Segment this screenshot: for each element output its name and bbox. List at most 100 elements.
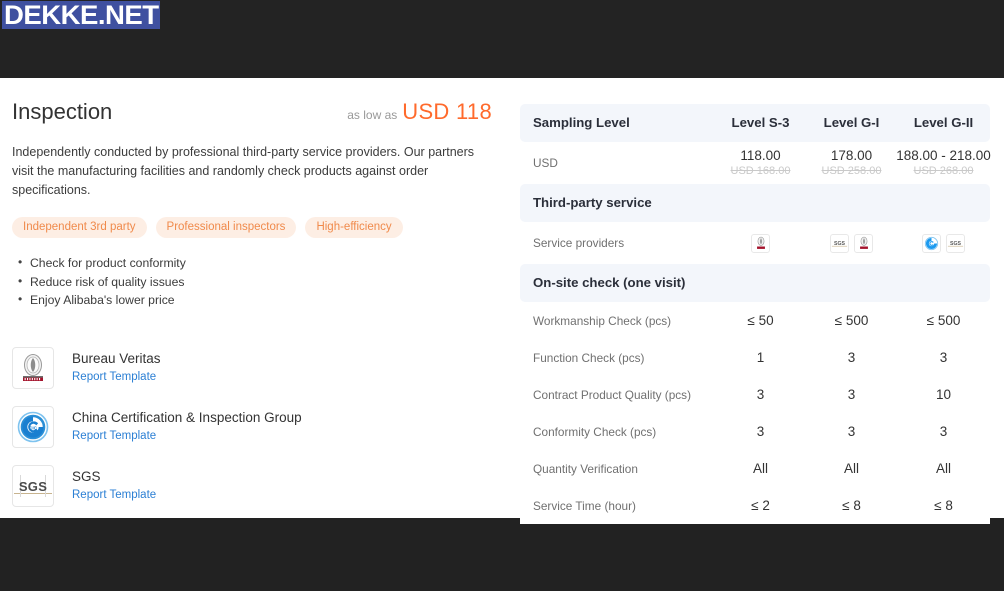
row-label: Conformity Check (pcs) [533, 424, 657, 439]
table-row: Conformity Check (pcs) 3 3 3 [520, 413, 990, 450]
bureau-veritas-icon [854, 233, 873, 253]
column-header-g2: Level G-II [913, 115, 974, 130]
provider-text: China Certification & Inspection Group R… [72, 409, 302, 444]
row-label: Function Check (pcs) [533, 350, 645, 365]
cell-value: 3 [756, 386, 765, 402]
column-header-s3: Level S-3 [731, 115, 790, 130]
ccic-logo: CIC [12, 405, 54, 448]
table-row-service-providers: Service providers SGS SGS [520, 222, 990, 264]
table-row: Service Time (hour) ≤ 2 ≤ 8 ≤ 8 [520, 487, 990, 524]
table-header-row: Sampling Level Level S-3 Level G-I Level… [520, 104, 990, 142]
current-price: 178.00 [830, 147, 873, 163]
cell-value: ≤ 8 [934, 497, 953, 513]
original-price: USD 268.00 [913, 164, 974, 177]
row-label: USD [533, 156, 558, 170]
svg-text:CIC: CIC [29, 425, 38, 430]
feature-tag: Professional inspectors [155, 217, 297, 238]
as-low-as-label: as low as [347, 108, 398, 122]
ccic-icon [922, 233, 941, 253]
cell-value: 3 [847, 423, 856, 439]
table-section-header: Third-party service [520, 184, 990, 222]
sgs-logo: SGS [12, 464, 54, 507]
list-item: SGS SGS Report Template [12, 464, 492, 508]
price-cell: 188.00 - 218.00 USD 268.00 [896, 147, 991, 179]
list-item: Enjoy Alibaba's lower price [18, 290, 492, 310]
section-title: On-site check (one visit) [533, 275, 686, 290]
table-row: Quantity Verification All All All [520, 450, 990, 487]
original-price: USD 168.00 [730, 164, 791, 177]
site-logo-text: DEKKE.NET [4, 0, 159, 30]
report-template-link[interactable]: Report Template [72, 369, 161, 385]
as-low-as-price: USD 118 [402, 99, 492, 124]
provider-icon-group: SGS [897, 233, 990, 253]
price-cell: 118.00 USD 168.00 [715, 148, 806, 179]
provider-list: Bureau Veritas Report Template CIC China… [12, 346, 492, 508]
cell-value: 3 [847, 386, 856, 402]
feature-tag: Independent 3rd party [12, 217, 147, 238]
current-price: 188.00 - 218.00 [896, 147, 991, 163]
provider-icon-group: SGS [806, 233, 897, 253]
row-label: Contract Product Quality (pcs) [533, 387, 692, 402]
cell-value: 10 [935, 386, 952, 402]
provider-text: SGS Report Template [72, 468, 156, 503]
row-label: Workmanship Check (pcs) [533, 313, 672, 328]
cell-value: ≤ 500 [834, 312, 869, 328]
provider-name: SGS [72, 469, 101, 484]
original-price: USD 258.00 [821, 164, 882, 177]
service-description: Independently conducted by professional … [12, 145, 475, 197]
table-row: Function Check (pcs) 1 3 3 [520, 339, 990, 376]
current-price: 118.00 [740, 147, 781, 163]
provider-text: Bureau Veritas Report Template [72, 350, 161, 385]
content-panel: Inspection as low as USD 118 Independent… [0, 78, 1004, 524]
cell-value: 3 [939, 423, 948, 439]
cell-value: 3 [939, 349, 948, 365]
table-row: Contract Product Quality (pcs) 3 3 10 [520, 376, 990, 413]
bureau-veritas-logo [12, 346, 54, 389]
report-template-link[interactable]: Report Template [72, 487, 156, 503]
benefit-list: Check for product conformity Reduce risk… [12, 253, 492, 310]
top-bar: DEKKE.NET [0, 0, 1004, 78]
feature-tag-list: Independent 3rd party Professional inspe… [12, 217, 492, 238]
list-item: CIC China Certification & Inspection Gro… [12, 405, 492, 449]
price-cell: 178.00 USD 258.00 [806, 148, 897, 179]
row-label: Service providers [533, 236, 625, 250]
provider-name: Bureau Veritas [72, 351, 161, 366]
cell-value: ≤ 500 [926, 312, 961, 328]
row-label: Service Time (hour) [533, 498, 636, 513]
table-header-label: Sampling Level [533, 115, 630, 130]
list-item: Check for product conformity [18, 253, 492, 273]
cell-value: ≤ 2 [751, 497, 770, 513]
cell-value: 3 [756, 423, 765, 439]
table-section-header: On-site check (one visit) [520, 264, 990, 302]
svg-text:SGS: SGS [19, 479, 47, 494]
bureau-veritas-icon [751, 233, 770, 253]
sgs-icon: SGS [946, 233, 965, 253]
list-item: Reduce risk of quality issues [18, 272, 492, 292]
sgs-icon: SGS [830, 233, 849, 253]
service-header: Inspection as low as USD 118 [12, 98, 492, 126]
feature-tag: High-efficiency [305, 217, 403, 238]
provider-icon-group [715, 233, 806, 253]
report-template-link[interactable]: Report Template [72, 428, 302, 444]
cell-value: All [843, 460, 859, 476]
cell-value: 3 [847, 349, 856, 365]
svg-text:SGS: SGS [834, 241, 845, 247]
cell-value: All [752, 460, 768, 476]
cell-value: 1 [756, 349, 765, 365]
provider-name: China Certification & Inspection Group [72, 410, 302, 425]
svg-text:SGS: SGS [950, 241, 961, 247]
cell-value: ≤ 50 [747, 312, 774, 328]
page-title: Inspection [12, 99, 113, 124]
table-row: Workmanship Check (pcs) ≤ 50 ≤ 500 ≤ 500 [520, 302, 990, 339]
section-title: Third-party service [533, 195, 652, 210]
column-header-g1: Level G-I [823, 115, 880, 130]
starting-price: as low as USD 118 [347, 99, 492, 125]
service-details-column: Inspection as low as USD 118 Independent… [12, 98, 492, 523]
row-label: Quantity Verification [533, 461, 638, 476]
site-logo[interactable]: DEKKE.NET [2, 1, 160, 29]
cell-value: ≤ 8 [842, 497, 861, 513]
sampling-level-table: Sampling Level Level S-3 Level G-I Level… [520, 104, 991, 524]
list-item: Bureau Veritas Report Template [12, 346, 492, 390]
table-row-price: USD 118.00 USD 168.00 178.00 USD 258.00 … [520, 142, 991, 184]
cell-value: All [935, 460, 951, 476]
